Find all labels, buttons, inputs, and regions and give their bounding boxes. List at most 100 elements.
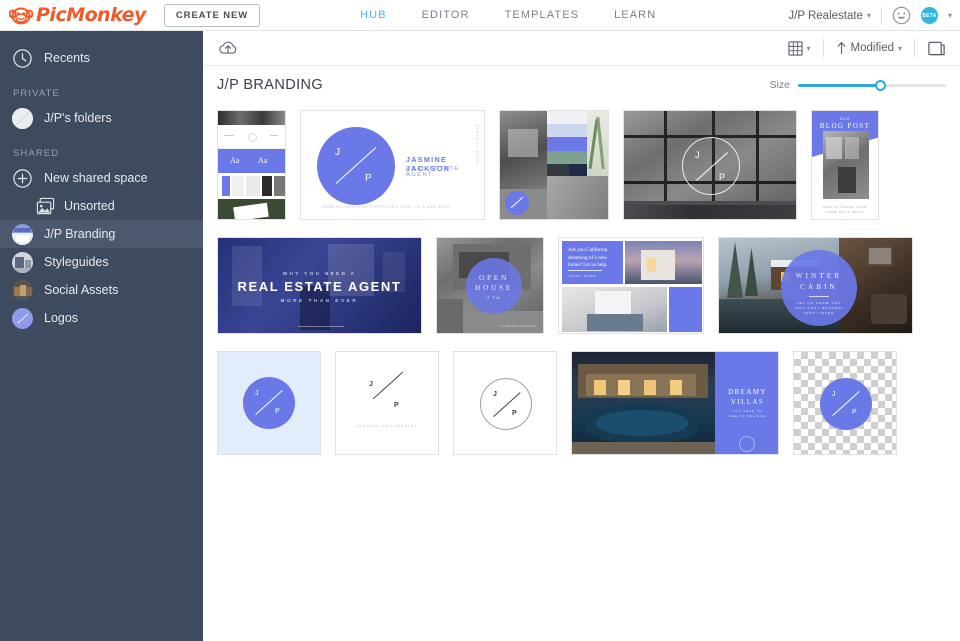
banner-headline: REAL ESTATE AGENT xyxy=(237,279,402,294)
smiley-face-icon[interactable] xyxy=(892,6,911,25)
grid-view-button[interactable]: ▾ xyxy=(787,40,811,56)
clock-icon xyxy=(13,48,32,68)
avatar xyxy=(12,107,33,129)
cabin-title-2: CABIN xyxy=(800,283,838,291)
logo-letter-p: P xyxy=(852,409,857,416)
sort-button[interactable]: Modified ▾ xyxy=(836,41,902,55)
logo-mark: J P xyxy=(243,377,295,429)
grid-view-icon xyxy=(787,40,803,56)
sort-label: Modified xyxy=(850,42,894,54)
content-toolbar: ▾ Modified ▾ xyxy=(203,31,960,66)
thumbnail xyxy=(500,111,608,219)
nav-hub[interactable]: HUB xyxy=(360,9,387,21)
picmonkey-logo[interactable]: PicMonkey xyxy=(9,4,146,26)
sidebar-label-recents: Recents xyxy=(44,51,90,65)
thumbnail: DREAMY VILLAS YOU NEED TO SEE TO BELIEVE xyxy=(572,352,778,454)
asset-open-house-post[interactable]: OPEN HOUSE 2 PM JASMINEJACKSON xyxy=(436,237,544,334)
sidebar-item-logos[interactable]: Logos xyxy=(0,304,203,332)
sidebar-item-social-assets[interactable]: Social Assets xyxy=(0,276,203,304)
asset-dreamy-villas-banner[interactable]: DREAMY VILLAS YOU NEED TO SEE TO BELIEVE xyxy=(571,351,779,455)
asset-real-estate-agent-banner[interactable]: WHY YOU NEED A REAL ESTATE AGENT MORE TH… xyxy=(217,237,422,334)
blog-title: BLOG POST xyxy=(819,122,871,130)
monkey-icon xyxy=(9,7,33,25)
thumbnail: J P JASMINE JACKSON REAL ESTATE AGENT JA… xyxy=(301,111,484,219)
size-slider-knob[interactable] xyxy=(875,79,887,91)
thumbnail: J P xyxy=(624,111,796,219)
logo-mark: J P xyxy=(820,378,872,430)
chevron-down-icon[interactable]: ▾ xyxy=(948,11,952,20)
nav-templates[interactable]: TEMPLATES xyxy=(505,9,580,21)
size-slider-fill xyxy=(798,83,881,87)
asset-architecture-hero-logo[interactable]: J P xyxy=(623,110,797,220)
nav-learn[interactable]: LEARN xyxy=(614,9,656,21)
cloud-upload-icon[interactable] xyxy=(217,37,239,59)
card-role: REAL ESTATE AGENT xyxy=(406,166,460,178)
open-house-sub: 2 PM xyxy=(487,296,501,300)
sidebar-item-jp-branding[interactable]: J/P Branding xyxy=(0,220,203,248)
blog-caption-1: HOW TO STAGE YOUR xyxy=(822,205,868,209)
asset-row: J P J P JASMINE PROPERTIES J P DREAMY VI… xyxy=(217,351,946,455)
sidebar-label-private-folders: J/P's folders xyxy=(44,111,112,125)
size-slider-track[interactable] xyxy=(798,79,946,91)
asset-row: WHY YOU NEED A REAL ESTATE AGENT MORE TH… xyxy=(217,237,946,334)
side-panel-icon[interactable] xyxy=(927,39,946,58)
sidebar-header-shared: SHARED xyxy=(13,148,60,159)
logo-mark: J P xyxy=(317,127,395,205)
thumbnail: OPEN HOUSE 2 PM JASMINEJACKSON xyxy=(437,238,543,333)
card-side-text: BRANDING BOARD xyxy=(475,125,479,166)
divider xyxy=(822,39,824,57)
asset-brand-styleguide-board[interactable]: Aa Aa xyxy=(217,110,286,220)
thumbnail: J P xyxy=(454,352,556,454)
account-switcher[interactable]: J/P Realestate ▾ xyxy=(788,10,871,22)
collage-cta: LEARN MORE xyxy=(568,274,597,278)
asset-blog-post-pin[interactable]: OUR BLOG POST HOW TO STAGE YOUR HOME SO … xyxy=(811,110,879,220)
card-footer: JASMINEJACKSONPROPERTIES.COM | 876 456 0… xyxy=(321,205,450,209)
asset-winter-cabin-post[interactable]: WINTER CABIN LET US SHOW YOU THIS COZY R… xyxy=(718,237,913,334)
collage-headline: Are you California dreaming of a new hom… xyxy=(568,247,608,269)
cabin-sub-3: JUST LISTED xyxy=(803,311,835,315)
top-nav: HUB EDITOR TEMPLATES LEARN xyxy=(360,9,656,21)
avatar xyxy=(12,223,33,245)
asset-grid: Aa Aa J P JASMINE JACKSON REAL ESTATE AG… xyxy=(203,104,960,455)
thumbnail: J P JASMINE PROPERTIES xyxy=(336,352,438,454)
logo-letter-p: P xyxy=(394,402,399,409)
main-content: ▾ Modified ▾ J/P BRANDING Size Aa Aa J P… xyxy=(203,31,960,641)
banner-subline: MORE THAN EVER xyxy=(280,298,359,303)
villas-sub-1: YOU NEED TO xyxy=(732,409,763,413)
create-new-button[interactable]: CREATE NEW xyxy=(163,3,261,27)
asset-california-dreaming-collage[interactable]: Are you California dreaming of a new hom… xyxy=(558,237,704,334)
asset-logo-solid-on-tint[interactable]: J P xyxy=(217,351,321,455)
sidebar-header-private: PRIVATE xyxy=(13,88,60,99)
overlay-badge: WINTER CABIN LET US SHOW YOU THIS COZY R… xyxy=(781,250,857,326)
asset-logo-transparent-png[interactable]: J P xyxy=(793,351,897,455)
sidebar-item-recents[interactable]: Recents xyxy=(0,44,203,72)
sidebar-new-shared-space[interactable]: New shared space xyxy=(0,164,203,192)
logo-mark xyxy=(505,191,529,215)
sidebar-item-styleguides[interactable]: Styleguides xyxy=(0,248,203,276)
sidebar-item-private-folders[interactable]: J/P's folders xyxy=(0,104,203,132)
size-slider-control: Size xyxy=(770,79,946,91)
asset-logo-slash-wordmark[interactable]: J P JASMINE PROPERTIES xyxy=(335,351,439,455)
open-house-title-1: OPEN xyxy=(479,273,509,282)
logo-letter-j: J xyxy=(832,391,836,398)
logo-mark: J P xyxy=(480,378,532,430)
asset-logo-outline-circle[interactable]: J P xyxy=(453,351,557,455)
page-title-row: J/P BRANDING Size xyxy=(203,66,960,104)
plus-circle-icon xyxy=(13,168,32,188)
top-bar: PicMonkey CREATE NEW HUB EDITOR TEMPLATE… xyxy=(0,0,960,31)
villas-title-2: VILLAS xyxy=(730,398,765,406)
logo-letter-j: J xyxy=(369,381,373,388)
nav-editor[interactable]: EDITOR xyxy=(422,9,470,21)
divider xyxy=(914,39,915,57)
sidebar-item-unsorted[interactable]: Unsorted xyxy=(0,192,203,220)
cabin-sub-2: THIS COZY RETREAT xyxy=(794,306,844,310)
beta-avatar-badge[interactable]: BETA xyxy=(920,7,938,24)
sidebar-label-styleguides: Styleguides xyxy=(44,255,109,269)
thumbnail: OUR BLOG POST HOW TO STAGE YOUR HOME SO … xyxy=(812,111,878,219)
sidebar: Recents PRIVATE J/P's folders SHARED New… xyxy=(0,31,203,641)
asset-mood-board-swatches[interactable] xyxy=(499,110,609,220)
villas-title-1: DREAMY xyxy=(728,388,767,396)
blog-caption-2: HOME SO IT SELLS xyxy=(825,210,865,214)
avatar xyxy=(12,279,33,301)
asset-business-card[interactable]: J P JASMINE JACKSON REAL ESTATE AGENT JA… xyxy=(300,110,485,220)
